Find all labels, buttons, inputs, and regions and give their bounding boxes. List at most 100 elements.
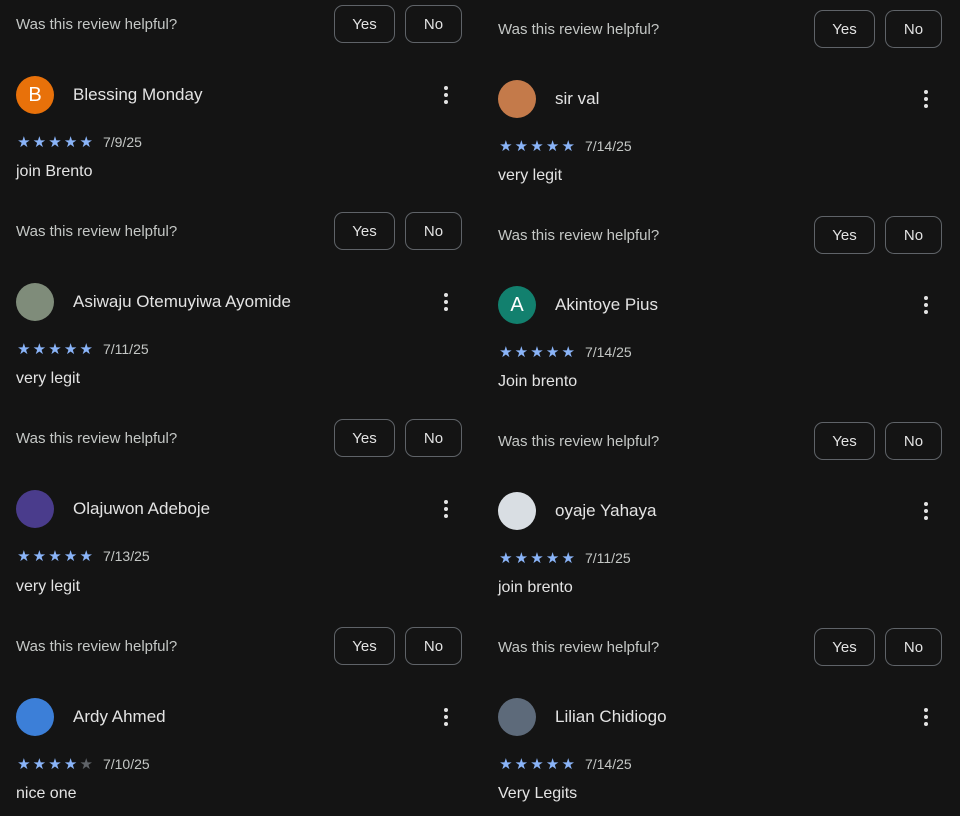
star-filled-icon: ★ — [545, 549, 560, 567]
review-text: Very Legits — [498, 785, 578, 802]
yes-button[interactable]: Yes — [814, 10, 875, 48]
review-header: sir val — [498, 79, 942, 119]
more-options-icon[interactable] — [916, 293, 936, 317]
star-filled-icon: ★ — [530, 755, 544, 773]
no-button[interactable]: No — [885, 422, 942, 460]
avatar — [498, 698, 536, 736]
more-options-icon[interactable] — [916, 705, 936, 729]
review-date: 7/11/25 — [102, 341, 149, 357]
more-options-icon[interactable] — [916, 87, 936, 111]
star-filled-icon: ★ — [48, 755, 62, 773]
star-rating: ★ ★ ★ ★ ★ — [498, 757, 576, 772]
star-filled-icon: ★ — [32, 755, 47, 773]
more-options-icon[interactable] — [436, 497, 456, 521]
star-empty-icon: ★ — [79, 755, 93, 773]
helpful-label: Was this review helpful? — [498, 20, 660, 38]
helpful-row: Was this review helpful? Yes No — [16, 627, 462, 665]
author-name: Asiwaju Otemuyiwa Ayomide — [73, 292, 291, 311]
helpful-label: Was this review helpful? — [16, 429, 178, 447]
review-meta: ★ ★ ★ ★ ★ 7/9/25 — [16, 133, 142, 151]
review-date: 7/14/25 — [584, 344, 632, 360]
star-filled-icon: ★ — [79, 547, 93, 565]
helpful-label: Was this review helpful? — [498, 432, 660, 450]
star-filled-icon: ★ — [63, 133, 78, 151]
helpful-row: Was this review helpful? Yes No — [16, 212, 462, 250]
avatar: A — [498, 286, 536, 324]
no-button[interactable]: No — [405, 212, 462, 250]
star-filled-icon: ★ — [530, 549, 544, 567]
reviews-column-right: Was this review helpful? Yes No sir val ★… — [498, 0, 948, 816]
review-text: nice one — [16, 785, 77, 802]
review-header: oyaje Yahaya — [498, 491, 942, 531]
reviews-column-left: Was this review helpful? Yes No B Blessin… — [16, 0, 466, 816]
review-meta: ★ ★ ★ ★ ★ 7/11/25 — [498, 549, 631, 567]
more-options-icon[interactable] — [436, 83, 456, 107]
no-button[interactable]: No — [885, 216, 942, 254]
yes-button[interactable]: Yes — [334, 5, 395, 43]
yes-button[interactable]: Yes — [334, 212, 395, 250]
review-date: 7/10/25 — [102, 756, 150, 772]
star-filled-icon: ★ — [561, 343, 575, 361]
author-name: Lilian Chidiogo — [555, 707, 667, 726]
author-name: Olajuwon Adeboje — [73, 499, 211, 518]
star-filled-icon: ★ — [48, 340, 62, 358]
helpful-row: Was this review helpful? Yes No — [498, 216, 942, 254]
helpful-label: Was this review helpful? — [498, 638, 660, 656]
avatar: B — [16, 76, 54, 114]
avatar — [16, 698, 54, 736]
helpful-label: Was this review helpful? — [498, 226, 660, 244]
review-date: 7/9/25 — [102, 134, 142, 150]
review-meta: ★ ★ ★ ★ ★ 7/10/25 — [16, 755, 150, 773]
more-options-icon[interactable] — [436, 290, 456, 314]
yes-button[interactable]: Yes — [814, 628, 875, 666]
star-filled-icon: ★ — [17, 340, 31, 358]
author-name: Ardy Ahmed — [73, 707, 166, 726]
yes-button[interactable]: Yes — [814, 422, 875, 460]
more-options-icon[interactable] — [436, 705, 456, 729]
more-options-icon[interactable] — [916, 499, 936, 523]
yes-button[interactable]: Yes — [334, 419, 395, 457]
star-filled-icon: ★ — [530, 343, 544, 361]
review-header: B Blessing Monday — [16, 75, 462, 115]
review-date: 7/14/25 — [584, 138, 632, 154]
review-text: join Brento — [16, 163, 93, 180]
avatar — [16, 490, 54, 528]
star-rating: ★ ★ ★ ★ ★ — [498, 551, 576, 566]
star-filled-icon: ★ — [514, 137, 529, 155]
review-header: Asiwaju Otemuyiwa Ayomide — [16, 282, 462, 322]
star-filled-icon: ★ — [32, 547, 47, 565]
star-filled-icon: ★ — [545, 755, 560, 773]
review-text: Join brento — [498, 373, 578, 390]
no-button[interactable]: No — [405, 627, 462, 665]
star-filled-icon: ★ — [32, 340, 47, 358]
avatar — [16, 283, 54, 321]
no-button[interactable]: No — [885, 628, 942, 666]
yes-button[interactable]: Yes — [334, 627, 395, 665]
review-text: join brento — [498, 579, 573, 596]
author-name: sir val — [555, 89, 600, 108]
review-text: very legit — [498, 167, 563, 184]
star-filled-icon: ★ — [48, 547, 62, 565]
no-button[interactable]: No — [405, 419, 462, 457]
star-rating: ★ ★ ★ ★ ★ — [498, 345, 576, 360]
review-text: very legit — [16, 578, 81, 595]
avatar — [498, 492, 536, 530]
star-filled-icon: ★ — [32, 133, 47, 151]
review-meta: ★ ★ ★ ★ ★ 7/13/25 — [16, 547, 150, 565]
author-name: Akintoye Pius — [555, 295, 658, 314]
star-filled-icon: ★ — [545, 343, 560, 361]
star-rating: ★ ★ ★ ★ ★ — [16, 757, 94, 772]
star-filled-icon: ★ — [17, 547, 31, 565]
no-button[interactable]: No — [405, 5, 462, 43]
star-rating: ★ ★ ★ ★ ★ — [498, 139, 576, 154]
review-date: 7/11/25 — [584, 550, 631, 566]
helpful-row: Was this review helpful? Yes No — [16, 419, 462, 457]
avatar — [498, 80, 536, 118]
helpful-label: Was this review helpful? — [16, 222, 178, 240]
review-date: 7/13/25 — [102, 548, 150, 564]
star-filled-icon: ★ — [48, 133, 62, 151]
star-filled-icon: ★ — [561, 137, 575, 155]
yes-button[interactable]: Yes — [814, 216, 875, 254]
no-button[interactable]: No — [885, 10, 942, 48]
helpful-row: Was this review helpful? Yes No — [498, 628, 942, 666]
